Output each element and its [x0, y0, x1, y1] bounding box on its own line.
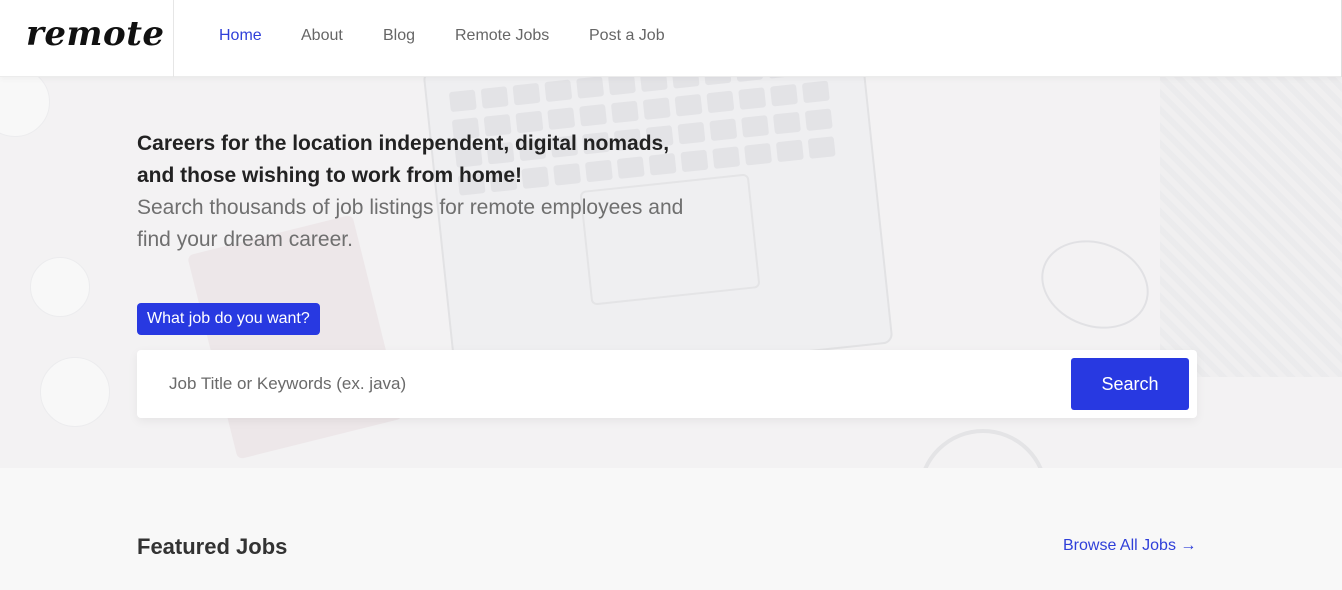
cotton-flower-decoration: [30, 257, 90, 317]
hero-headline-line: and those wishing to work from home!: [137, 164, 523, 187]
nav-item-remote-jobs[interactable]: Remote Jobs: [455, 27, 549, 45]
job-search-input[interactable]: [153, 364, 1053, 404]
hero-headline: Careers for the location independent, di…: [137, 128, 737, 192]
browse-all-jobs-link[interactable]: Browse All Jobs →: [1063, 537, 1196, 555]
cotton-flower-decoration: [0, 77, 50, 137]
site-header: remote Home About Blog Remote Jobs Post …: [0, 0, 1342, 77]
hero-subline-line: find your dream career.: [137, 228, 353, 251]
glasses-decoration: [1028, 225, 1162, 344]
nav-item-home[interactable]: Home: [219, 27, 262, 45]
knit-blanket-decoration: [1160, 77, 1342, 377]
job-search-form: Search: [137, 350, 1197, 418]
site-logo[interactable]: remote: [26, 14, 165, 54]
hero-section: Careers for the location independent, di…: [0, 77, 1342, 468]
logo-container[interactable]: remote: [0, 0, 174, 77]
job-prompt-badge: What job do you want?: [137, 303, 320, 335]
featured-jobs-title: Featured Jobs: [137, 534, 288, 559]
hero-subline-line: Search thousands of job listings for rem…: [137, 196, 684, 219]
cotton-flower-decoration: [40, 357, 110, 427]
hero-subline: Search thousands of job listings for rem…: [137, 192, 737, 256]
coffee-cup-decoration: [918, 429, 1048, 468]
nav-item-post-a-job[interactable]: Post a Job: [589, 27, 665, 45]
nav-item-about[interactable]: About: [301, 27, 343, 45]
hero-headline-line: Careers for the location independent, di…: [137, 132, 670, 155]
search-button[interactable]: Search: [1071, 358, 1189, 410]
nav-item-blog[interactable]: Blog: [383, 27, 415, 45]
